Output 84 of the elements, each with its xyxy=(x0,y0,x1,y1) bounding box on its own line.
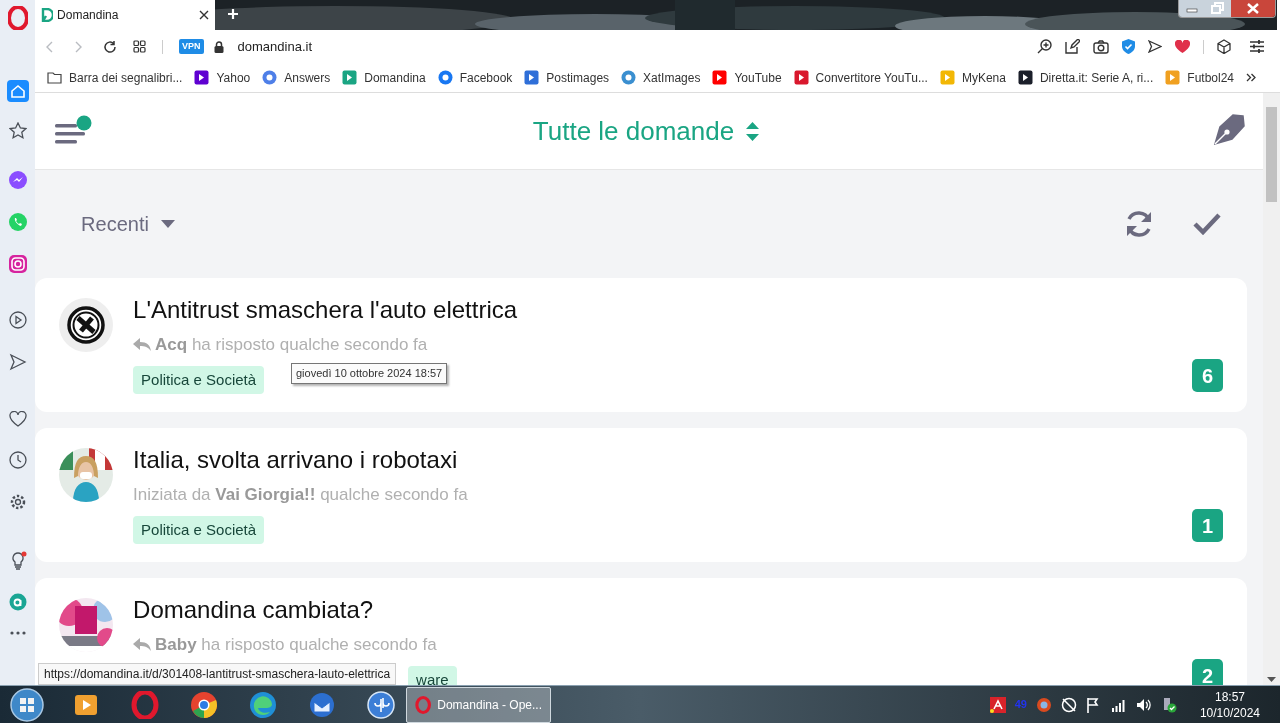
browser-tab[interactable]: Domandina xyxy=(35,0,216,30)
domandina-favicon-icon xyxy=(41,8,54,22)
mail-client-icon[interactable] xyxy=(308,690,336,719)
discussion-title[interactable]: Domandina cambiata? xyxy=(133,595,1223,625)
category-tag[interactable]: Politica e Società xyxy=(133,515,265,544)
refresh-icon[interactable] xyxy=(1125,211,1153,237)
bookmark-icon xyxy=(47,70,63,85)
opera-icon[interactable] xyxy=(131,690,159,719)
edge-icon[interactable] xyxy=(249,690,277,719)
discussion-card[interactable]: Italia, svolta arrivano i robotaxi Iniziata da Vai Giorgia!! qualche secondo fa Politica e Società 1 xyxy=(35,428,1247,562)
bookmark-item[interactable]: Futbol24 xyxy=(1165,68,1234,87)
start-button[interactable] xyxy=(10,687,44,722)
signal-icon[interactable] xyxy=(1110,697,1127,712)
aria-icon[interactable] xyxy=(8,593,27,611)
shield-icon[interactable] xyxy=(1122,39,1135,54)
discussion-title[interactable]: L'Antitrust smaschera l'auto elettrica xyxy=(133,295,1223,325)
vpn-badge[interactable]: VPN xyxy=(179,38,204,55)
bookmark-item[interactable]: Diretta.it: Serie A, ri... xyxy=(1017,68,1154,87)
scroll-down-icon[interactable] xyxy=(1267,677,1276,683)
star-icon[interactable] xyxy=(8,122,27,140)
heart-icon[interactable] xyxy=(1175,40,1190,53)
torrent-client-icon[interactable] xyxy=(367,690,395,719)
menu-icon[interactable] xyxy=(55,115,94,147)
taskbar-window-button[interactable]: Domandina - Ope... xyxy=(406,686,551,723)
tray-counter: 49 xyxy=(1014,697,1027,713)
send-icon[interactable] xyxy=(1148,40,1162,53)
bookmark-item[interactable]: XatImages xyxy=(621,68,701,87)
date-tooltip: giovedì 10 ottobre 2024 18:57 xyxy=(291,363,448,384)
discussion-title[interactable]: Italia, svolta arrivano i robotaxi xyxy=(133,445,1223,475)
new-tab-icon[interactable] xyxy=(227,8,240,20)
bookmark-item[interactable]: Domandina xyxy=(342,68,426,87)
volume-icon[interactable] xyxy=(1135,697,1152,712)
bookmark-item[interactable]: YouTube xyxy=(712,68,782,87)
settings-icon[interactable] xyxy=(8,493,27,511)
bookmark-item[interactable]: Yahoo xyxy=(194,68,251,87)
scrollbar-thumb[interactable] xyxy=(1266,107,1277,202)
status-url: https://domandina.it/d/301408-lantitrust-smaschera-lauto-elettrica xyxy=(38,663,397,685)
reload-icon[interactable] xyxy=(103,39,118,54)
close-button[interactable] xyxy=(1231,0,1275,17)
messenger-icon[interactable] xyxy=(7,170,28,190)
lock-icon xyxy=(213,40,224,53)
bookmark-item[interactable]: MyKena xyxy=(939,68,1006,87)
url-field[interactable]: domandina.it xyxy=(237,36,1021,57)
more-bookmarks-icon[interactable] xyxy=(1246,73,1256,82)
clock-icon[interactable] xyxy=(8,451,27,469)
reply-count-badge: 1 xyxy=(1192,509,1223,542)
heart-icon[interactable] xyxy=(8,411,27,427)
discussion-meta: Iniziata da Vai Giorgia!! qualche secondo fa xyxy=(133,484,468,506)
home-icon[interactable] xyxy=(6,80,29,102)
reply-count-badge: 2 xyxy=(1192,659,1223,685)
edit-icon[interactable] xyxy=(1065,39,1080,54)
reply-icon xyxy=(133,637,152,652)
tabs-grid-icon[interactable] xyxy=(133,40,147,53)
pen-nib-icon[interactable] xyxy=(1211,114,1245,148)
play-icon[interactable] xyxy=(8,311,27,329)
checkmark-icon[interactable] xyxy=(1193,213,1221,235)
discussion-meta: Baby ha risposto qualche secondo fa xyxy=(155,634,437,656)
caret-down-icon xyxy=(160,220,175,228)
close-icon[interactable] xyxy=(199,10,210,20)
cube-icon[interactable] xyxy=(1217,39,1231,54)
bookmark-item[interactable]: Answers xyxy=(262,68,331,87)
send-icon[interactable] xyxy=(8,353,27,371)
chrome-icon[interactable] xyxy=(190,690,218,719)
category-tag[interactable]: Politica e Società xyxy=(133,365,265,394)
reply-icon xyxy=(133,337,152,352)
sort-dropdown[interactable]: Recenti xyxy=(81,209,175,239)
zoom-icon[interactable] xyxy=(1037,39,1052,54)
camera-icon[interactable] xyxy=(1093,39,1109,54)
instagram-icon[interactable] xyxy=(7,254,28,274)
settings-sliders-icon[interactable] xyxy=(1250,40,1264,53)
discussion-meta: Acq ha risposto qualche secondo fa xyxy=(155,334,428,356)
reply-count-badge: 6 xyxy=(1192,359,1223,392)
bookmark-item[interactable]: Facebook xyxy=(437,68,513,87)
sort-caret-icon xyxy=(746,121,760,141)
bookmark-item[interactable]: Convertitore YouTu... xyxy=(793,68,928,87)
clock-time[interactable]: 18:57 xyxy=(1214,688,1245,705)
category-tag[interactable]: ware xyxy=(408,665,457,685)
clock-date[interactable]: 10/10/2024 xyxy=(1199,704,1260,721)
opera-logo-icon[interactable] xyxy=(7,6,28,30)
bookmark-item[interactable]: Barra dei segnalibri... xyxy=(47,68,183,87)
cleaner-icon[interactable] xyxy=(1035,696,1052,713)
bookmark-item[interactable]: Postimages xyxy=(524,68,610,87)
more-icon[interactable] xyxy=(9,631,26,635)
antivirus-icon[interactable] xyxy=(989,696,1006,713)
